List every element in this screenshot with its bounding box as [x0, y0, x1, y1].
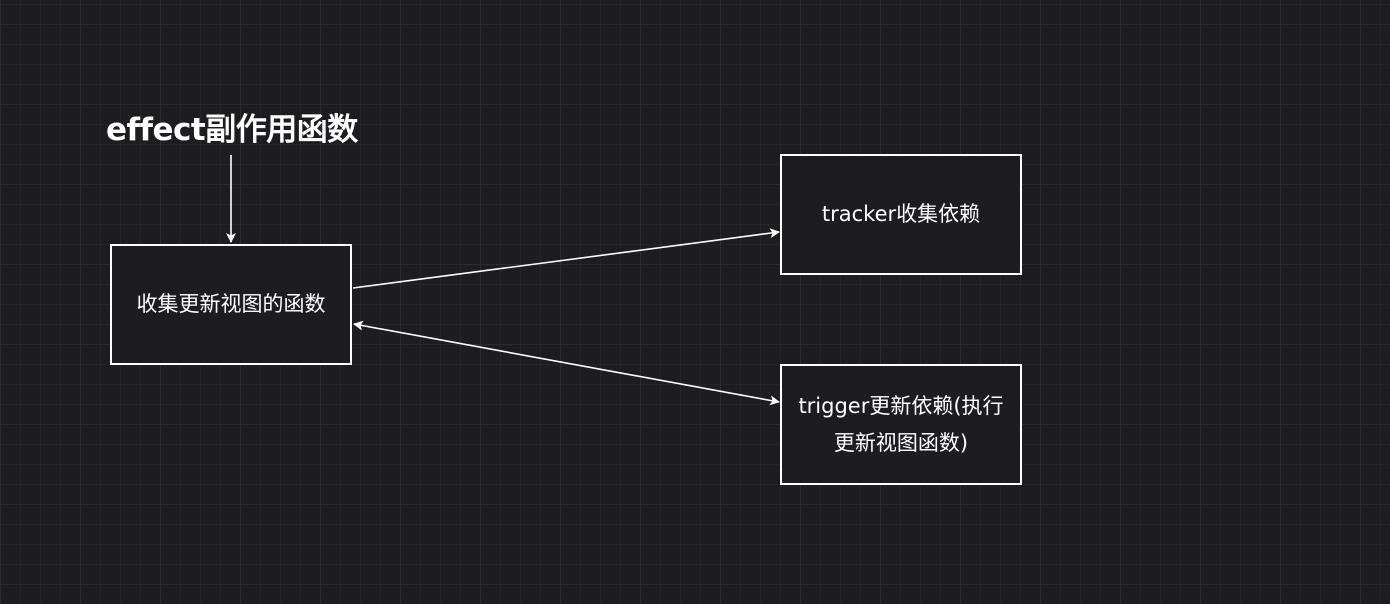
trigger-node-label-line1: trigger更新依赖(执行 — [798, 393, 1004, 418]
collect-node-label: 收集更新视图的函数 — [136, 292, 326, 316]
collect-view-function-node[interactable]: 收集更新视图的函数 — [110, 244, 352, 365]
tracker-node[interactable]: tracker收集依赖 — [780, 154, 1022, 275]
trigger-node[interactable]: trigger更新依赖(执行 更新视图函数) — [780, 364, 1022, 485]
effect-title: effect副作用函数 — [106, 112, 358, 148]
arrow-collect-trigger-bidirectional — [353, 320, 780, 406]
arrow-collect-to-tracker — [352, 228, 780, 289]
trigger-node-label-line2: 更新视图函数) — [833, 430, 969, 455]
diagram-canvas: effect副作用函数 收集更新视图的函数 tracker收集依赖 trigge… — [0, 0, 1390, 604]
trigger-node-text: trigger更新依赖(执行 更新视图函数) — [798, 388, 1003, 462]
tracker-node-label: tracker收集依赖 — [821, 202, 981, 226]
